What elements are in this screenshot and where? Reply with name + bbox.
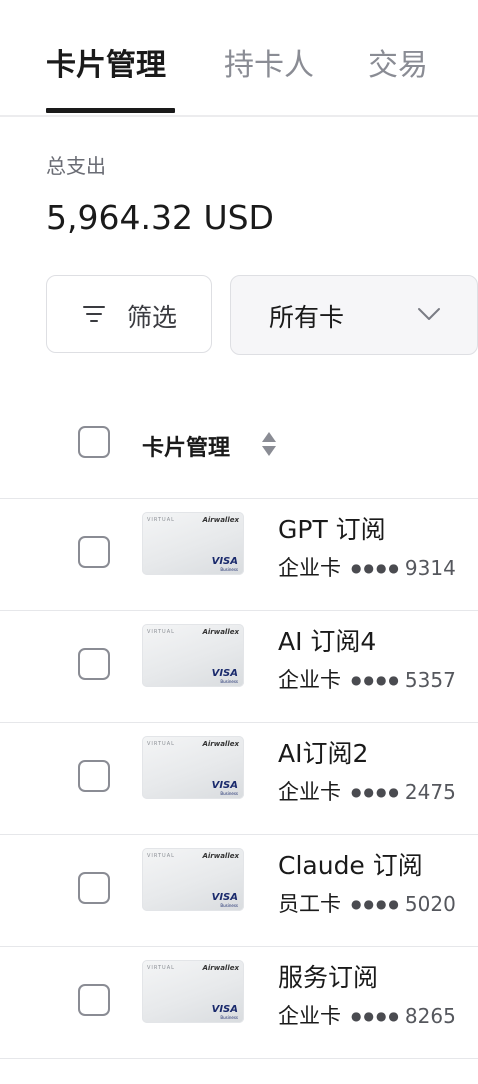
masked-number-dots: ●●●● — [351, 1009, 401, 1023]
table-row[interactable]: VIRTUAL Airwallex VISA Business Claude 订阅员工卡… — [0, 834, 478, 947]
column-header-card-management: 卡片管理 — [142, 436, 231, 461]
card-meta: 员工卡 ●●●● 5020 — [278, 888, 456, 918]
card-last4: 8265 — [404, 1004, 456, 1028]
total-spend-label: 总支出 — [46, 154, 106, 178]
card-thumbnail: VIRTUAL Airwallex VISA Business — [142, 848, 244, 911]
tab-bar: 卡片管理 持卡人 交易 — [0, 0, 478, 117]
select-all-checkbox[interactable] — [78, 426, 110, 458]
card-type: 员工卡 — [278, 892, 341, 916]
visa-logo: VISA — [211, 556, 238, 567]
card-thumbnail: VIRTUAL Airwallex VISA Business — [142, 512, 244, 575]
visa-logo: VISA — [211, 668, 238, 679]
visa-business-label: Business — [220, 903, 238, 908]
card-meta: 企业卡 ●●●● 8265 — [278, 1000, 456, 1030]
masked-number-dots: ●●●● — [351, 673, 401, 687]
airwallex-logo: Airwallex — [202, 628, 239, 636]
total-spend-amount: 5,964.32 USD — [46, 198, 274, 237]
table-row[interactable]: VIRTUAL Airwallex VISA Business AI订阅2 企业卡 ●●●●… — [0, 722, 478, 835]
card-name[interactable]: Claude 订阅 — [278, 846, 423, 882]
filter-icon — [83, 306, 105, 322]
masked-number-dots: ●●●● — [351, 897, 401, 911]
visa-logo: VISA — [211, 780, 238, 791]
card-type: 企业卡 — [278, 1004, 341, 1028]
active-tab-indicator — [46, 108, 175, 113]
card-virtual-label: VIRTUAL — [147, 741, 175, 747]
card-name[interactable]: AI订阅2 — [278, 734, 368, 770]
card-type: 企业卡 — [278, 556, 341, 580]
tab-cardholders[interactable]: 持卡人 — [224, 44, 314, 88]
sort-icon[interactable] — [260, 430, 278, 458]
card-last4: 5020 — [404, 892, 456, 916]
card-meta: 企业卡 ●●●● 2475 — [278, 776, 456, 806]
chevron-down-icon — [418, 308, 440, 320]
card-last4: 5357 — [404, 668, 456, 692]
visa-logo: VISA — [211, 892, 238, 903]
table-row[interactable]: VIRTUAL Airwallex VISA Business GPT 订阅企业卡 ●●●… — [0, 498, 478, 611]
card-type-select-value: 所有卡 — [269, 303, 345, 332]
total-amount-value: 5,964.32 — [46, 198, 193, 237]
airwallex-logo: Airwallex — [202, 740, 239, 748]
card-virtual-label: VIRTUAL — [147, 853, 175, 859]
row-checkbox[interactable] — [78, 872, 110, 904]
card-thumbnail: VIRTUAL Airwallex VISA Business — [142, 960, 244, 1023]
table-row[interactable]: VIRTUAL Airwallex VISA Business 服务订阅企业卡 ●●●● 8… — [0, 946, 478, 1059]
card-name[interactable]: GPT 订阅 — [278, 510, 386, 546]
airwallex-logo: Airwallex — [202, 852, 239, 860]
card-type: 企业卡 — [278, 668, 341, 692]
table-row[interactable]: VIRTUAL Airwallex VISA Business AI 订阅4 企业卡 ●●●… — [0, 610, 478, 723]
airwallex-logo: Airwallex — [202, 964, 239, 972]
card-name[interactable]: AI 订阅4 — [278, 622, 376, 658]
card-thumbnail: VIRTUAL Airwallex VISA Business — [142, 624, 244, 687]
card-meta: 企业卡 ●●●● 5357 — [278, 664, 456, 694]
filter-button-label: 筛选 — [127, 303, 178, 332]
visa-logo: VISA — [211, 1004, 238, 1015]
card-type-select[interactable]: 所有卡 — [230, 275, 478, 355]
row-checkbox[interactable] — [78, 760, 110, 792]
card-virtual-label: VIRTUAL — [147, 517, 175, 523]
card-meta: 企业卡 ●●●● 9314 — [278, 552, 456, 582]
visa-business-label: Business — [220, 567, 238, 572]
table-header: 卡片管理 — [0, 400, 478, 499]
tab-transactions[interactable]: 交易 — [368, 44, 428, 88]
visa-business-label: Business — [220, 679, 238, 684]
masked-number-dots: ●●●● — [351, 561, 401, 575]
airwallex-logo: Airwallex — [202, 516, 239, 524]
masked-number-dots: ●●●● — [351, 785, 401, 799]
card-type: 企业卡 — [278, 780, 341, 804]
card-name[interactable]: 服务订阅 — [278, 958, 378, 994]
row-checkbox[interactable] — [78, 984, 110, 1016]
card-last4: 9314 — [404, 556, 456, 580]
visa-business-label: Business — [220, 1015, 238, 1020]
total-amount-currency: USD — [203, 198, 274, 237]
card-virtual-label: VIRTUAL — [147, 629, 175, 635]
visa-business-label: Business — [220, 791, 238, 796]
card-thumbnail: VIRTUAL Airwallex VISA Business — [142, 736, 244, 799]
row-checkbox[interactable] — [78, 648, 110, 680]
tab-card-management[interactable]: 卡片管理 — [46, 44, 166, 88]
card-last4: 2475 — [404, 780, 456, 804]
filter-button[interactable]: 筛选 — [46, 275, 212, 353]
row-checkbox[interactable] — [78, 536, 110, 568]
card-virtual-label: VIRTUAL — [147, 965, 175, 971]
